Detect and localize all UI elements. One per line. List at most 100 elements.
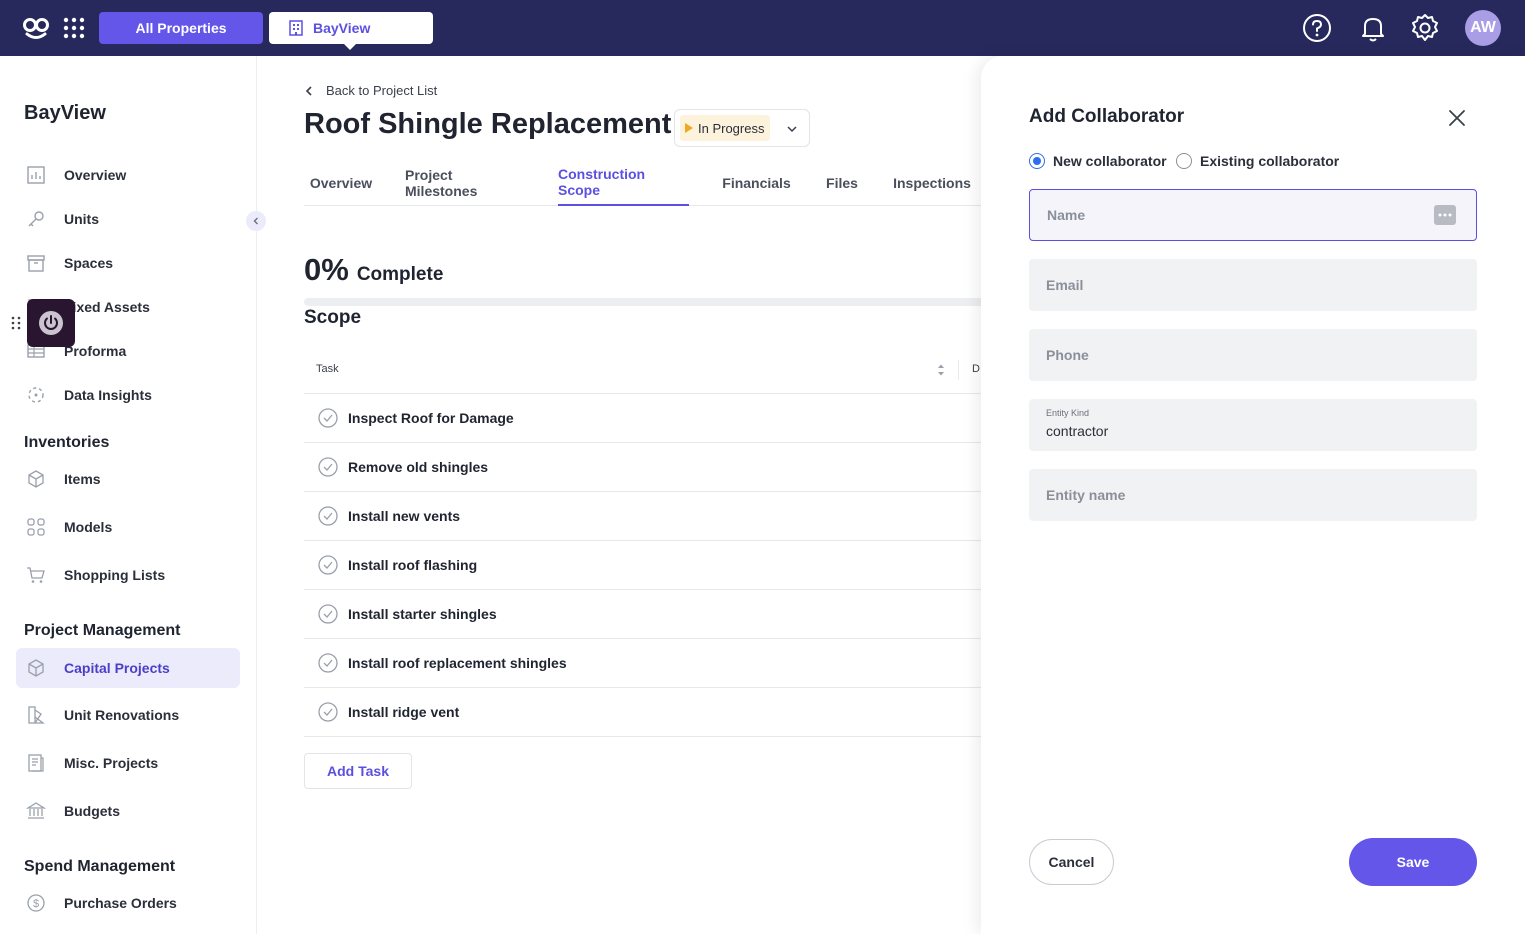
sidebar-item-label: Models (64, 519, 113, 535)
sidebar-item-purchase-orders[interactable]: $ Purchase Orders (16, 883, 240, 923)
table-row[interactable]: Inspect Roof for Damage (304, 394, 984, 443)
project-title: Roof Shingle Replacement (304, 108, 672, 140)
sort-icon[interactable] (936, 363, 946, 377)
building-icon (289, 20, 303, 36)
save-button[interactable]: Save (1349, 838, 1477, 886)
entity-kind-value: contractor (1046, 423, 1109, 439)
sidebar-item-capital-projects[interactable]: Capital Projects (16, 648, 240, 688)
tab-overview[interactable]: Overview (308, 160, 374, 206)
logo-icon[interactable] (22, 14, 50, 42)
completion-percent: 0% (304, 252, 349, 287)
table-row[interactable]: Install new vents (304, 492, 984, 541)
back-label: Back to Project List (326, 83, 438, 98)
completion-summary: 0% Complete (304, 252, 443, 288)
property-tab-label: BayView (313, 20, 371, 36)
sidebar-item-spaces[interactable]: Spaces (16, 243, 240, 283)
task-name: Install roof replacement shingles (348, 655, 567, 671)
column-header-task[interactable]: Task (316, 363, 339, 375)
drag-handle-icon[interactable] (10, 316, 22, 330)
check-circle-icon[interactable] (318, 604, 338, 624)
sidebar-item-label: Fixed Assets (64, 299, 150, 315)
panel-title: Add Collaborator (1029, 106, 1185, 127)
password-manager-icon[interactable] (1434, 205, 1456, 225)
table-row[interactable]: Install starter shingles (304, 590, 984, 639)
sidebar-item-budgets[interactable]: Budgets (16, 791, 240, 831)
property-tab-bayview[interactable]: BayView (269, 12, 433, 50)
play-icon (685, 123, 693, 133)
gear-icon[interactable] (1409, 12, 1441, 44)
radio-button[interactable] (1176, 153, 1192, 169)
sidebar-item-label: Units (64, 211, 99, 227)
entity-name-field[interactable] (1029, 469, 1477, 521)
close-icon[interactable] (1445, 106, 1469, 130)
task-name: Remove old shingles (348, 459, 489, 475)
sidebar-item-label: Unit Renovations (64, 707, 180, 723)
sidebar-item-overview[interactable]: Overview (16, 155, 240, 195)
completion-progress-bar (304, 298, 984, 306)
status-badge: In Progress (680, 115, 771, 141)
tab-construction-scope[interactable]: Construction Scope (558, 160, 689, 206)
sidebar-item-data-insights[interactable]: Data Insights (16, 375, 240, 415)
section-title-inventories: Inventories (24, 434, 110, 451)
tab-financials[interactable]: Financials (722, 160, 790, 206)
back-to-project-list-link[interactable]: Back to Project List (304, 83, 437, 98)
project-tabs: Overview Project Milestones Construction… (304, 160, 984, 206)
sidebar-item-misc-projects[interactable]: Misc. Projects (16, 743, 240, 783)
sidebar-item-units[interactable]: Units (16, 199, 240, 239)
check-circle-icon[interactable] (318, 555, 338, 575)
entity-name-input[interactable] (1029, 469, 1477, 521)
sidebar-item-models[interactable]: Models (16, 507, 240, 547)
box-icon (24, 251, 48, 275)
name-field[interactable] (1029, 189, 1477, 241)
entity-kind-field[interactable]: Entity Kind contractor (1029, 399, 1477, 451)
check-circle-icon[interactable] (318, 408, 338, 428)
name-input[interactable] (1030, 190, 1476, 240)
apps-grid-icon[interactable] (62, 16, 86, 40)
cube-icon (24, 656, 48, 680)
scope-title: Scope (304, 307, 362, 328)
all-properties-tab[interactable]: All Properties (99, 12, 263, 44)
user-avatar[interactable]: AW (1465, 10, 1501, 46)
bank-icon (24, 799, 48, 823)
bell-icon[interactable] (1357, 12, 1389, 44)
collapse-sidebar-button[interactable] (246, 211, 266, 231)
radio-existing-collaborator[interactable]: Existing collaborator (1176, 153, 1339, 169)
add-collaborator-panel: Add Collaborator New collaborator Existi… (981, 56, 1525, 934)
status-label: In Progress (698, 120, 765, 136)
check-circle-icon[interactable] (318, 702, 338, 722)
tab-files[interactable]: Files (825, 160, 859, 206)
tab-project-milestones[interactable]: Project Milestones (405, 160, 525, 206)
radio-new-collaborator[interactable]: New collaborator (1029, 153, 1167, 169)
section-title-spend-management: Spend Management (24, 858, 176, 875)
column-header-second[interactable]: D (972, 363, 980, 375)
entity-kind-label: Entity Kind (1046, 408, 1090, 418)
add-task-button[interactable]: Add Task (304, 753, 412, 789)
radio-button-selected[interactable] (1029, 153, 1045, 169)
sidebar-item-shopping-lists[interactable]: Shopping Lists (16, 555, 240, 595)
check-circle-icon[interactable] (318, 457, 338, 477)
sidebar-item-unit-renovations[interactable]: Unit Renovations (16, 695, 240, 735)
phone-input[interactable] (1029, 329, 1477, 381)
check-circle-icon[interactable] (318, 506, 338, 526)
table-row[interactable]: Install ridge vent (304, 688, 984, 737)
help-icon[interactable] (1301, 12, 1333, 44)
email-field[interactable] (1029, 259, 1477, 311)
check-circle-icon[interactable] (318, 653, 338, 673)
phone-field[interactable] (1029, 329, 1477, 381)
radio-label: Existing collaborator (1200, 153, 1340, 169)
task-name: Inspect Roof for Damage (348, 410, 514, 426)
table-header: Task D (304, 346, 984, 394)
sidebar-item-label: Overview (64, 167, 127, 183)
tab-inspections[interactable]: Inspections (893, 160, 971, 206)
key-icon (24, 207, 48, 231)
table-row[interactable]: Remove old shingles (304, 443, 984, 492)
power-widget-button[interactable] (27, 299, 75, 347)
sidebar-item-items[interactable]: Items (16, 459, 240, 499)
email-input[interactable] (1029, 259, 1477, 311)
status-dropdown[interactable]: In Progress (674, 109, 810, 147)
chart-icon (24, 163, 48, 187)
table-row[interactable]: Install roof replacement shingles (304, 639, 984, 688)
completion-label: Complete (356, 264, 444, 285)
table-row[interactable]: Install roof flashing (304, 541, 984, 590)
cancel-button[interactable]: Cancel (1029, 839, 1114, 885)
